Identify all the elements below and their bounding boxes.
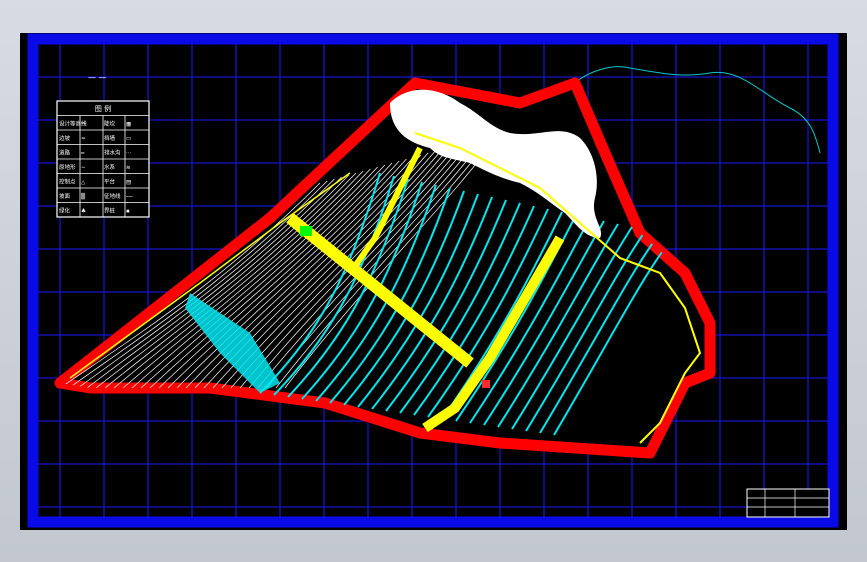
legend-cell: 平台 (104, 178, 116, 186)
legend-cell: ♣ (81, 209, 86, 215)
legend-cell: 陡坎 (104, 120, 116, 128)
legend-cell: ▦ (126, 122, 131, 128)
legend-cell: ═ (80, 151, 85, 157)
legend-cell: ≈ (81, 136, 86, 142)
legend-cell: ≋ (126, 165, 131, 171)
red-marker (482, 380, 490, 388)
legend-cell: 界桩 (104, 207, 116, 215)
site-plan-drawing[interactable]: — — 图 例设计等高线〰 陡坎 ▦边坡 ≈ 挡墙 ▭道路 ═ 排水沟 ⋯原地形 ∼ 水系 ≋控制点 △… (20, 33, 847, 530)
legend-cell: ▭ (126, 136, 131, 142)
drawing-title: — — (88, 73, 107, 82)
legend-cell: 排水沟 (104, 149, 121, 157)
legend-cell: 原地形 (59, 163, 76, 171)
legend-cell: 征地线 (104, 192, 121, 200)
legend-cell: 道路 (59, 149, 71, 157)
legend-cell: ── (125, 194, 133, 200)
legend-cell: 挡墙 (104, 134, 116, 142)
legend-cell: ▤ (126, 180, 131, 186)
legend-cell: ▪ (126, 209, 130, 215)
legend-cell: 水系 (104, 163, 116, 171)
legend-cell: ∼ (81, 165, 86, 171)
legend-cell: ⋯ (126, 151, 132, 157)
legend-title: 图 例 (95, 104, 111, 113)
legend-cell: 绿化 (59, 207, 71, 215)
legend-cell: 坡面 (59, 192, 71, 200)
green-marker (300, 226, 312, 236)
legend-cell: 控制点 (59, 178, 76, 186)
title-block (746, 488, 830, 518)
cad-viewport[interactable]: — — 图 例设计等高线〰陡坎 ▦ 边坡 ≈ 挡墙 ▭ 道路 ═ 排水沟 ⋯ 原地形 ∼ 水系 ≋ 控制点 △… (20, 33, 847, 530)
legend-cell: 边坡 (59, 134, 71, 142)
legend-cell: 〰 (81, 122, 87, 128)
legend-table: 图 例设计等高线〰 陡坎 ▦边坡 ≈ 挡墙 ▭道路 ═ 排水沟 ⋯原地形 ∼ 水系 ≋控制点 △ 平台 ▤坡… (56, 100, 150, 218)
